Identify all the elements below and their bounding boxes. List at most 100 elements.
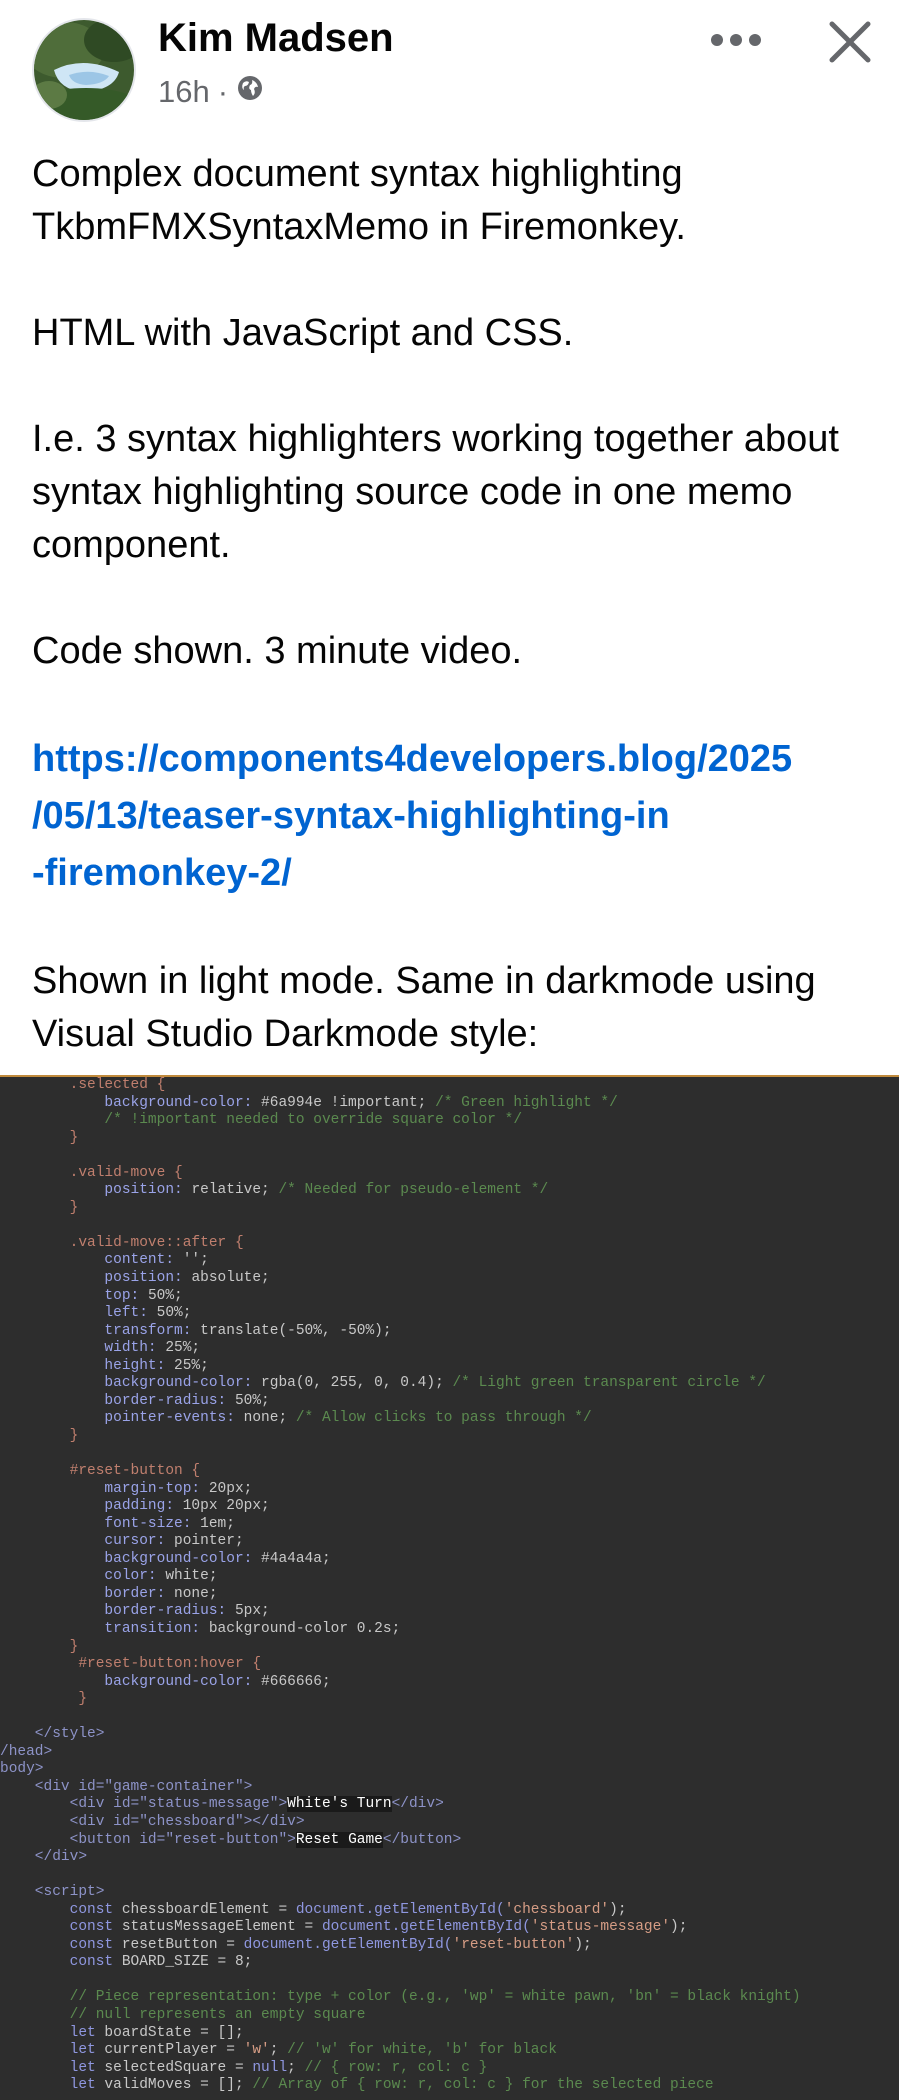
- code-line: color: white;: [0, 1568, 899, 1586]
- code-line: #reset-button:hover {: [0, 1656, 899, 1674]
- code-token: .valid-move::after {: [0, 1234, 244, 1251]
- code-line: }: [0, 1130, 899, 1148]
- code-line: background-color: #666666;: [0, 1674, 899, 1692]
- code-token: /* Light green transparent circle */: [452, 1375, 766, 1392]
- code-line: .selected {: [0, 1077, 899, 1095]
- post-paragraph: Complex document syntax highlighting Tkb…: [32, 153, 686, 248]
- code-token: chessboardElement =: [121, 1901, 296, 1918]
- code-token: );: [609, 1901, 627, 1918]
- code-token: .valid-move {: [0, 1164, 183, 1181]
- code-line: <div id="game-container">: [0, 1779, 899, 1797]
- code-line: }: [0, 1200, 899, 1218]
- code-line: width: 25%;: [0, 1340, 899, 1358]
- code-line: body>: [0, 1761, 899, 1779]
- code-token: document.getElementById(: [295, 1901, 505, 1918]
- code-token: 1em;: [200, 1515, 235, 1532]
- code-line: background-color: #6a994e !important; /*…: [0, 1095, 899, 1113]
- code-token: '';: [182, 1252, 209, 1269]
- code-token: let: [0, 2059, 105, 2076]
- code-token: translate(-50%, -50%);: [200, 1322, 392, 1339]
- code-token: }: [0, 1199, 79, 1216]
- author-name[interactable]: Kim Madsen: [158, 16, 394, 61]
- code-line: top: 50%;: [0, 1288, 899, 1306]
- code-token: 50%;: [234, 1392, 270, 1409]
- code-line: padding: 10px 20px;: [0, 1498, 899, 1516]
- code-token: /* Allow clicks to pass through */: [295, 1410, 592, 1427]
- code-token: <script>: [0, 1884, 105, 1901]
- code-line: /head>: [0, 1744, 899, 1762]
- link-line[interactable]: /05/13/teaser-syntax-highlighting-in: [32, 788, 872, 845]
- code-screenshot[interactable]: .selected { background-color: #6a994e !i…: [0, 1075, 899, 2100]
- code-token: padding:: [0, 1498, 183, 1515]
- code-token: 50%;: [147, 1287, 183, 1304]
- code-line: const resetButton = document.getElementB…: [0, 1937, 899, 1955]
- link-line[interactable]: https://components4developers.blog/2025: [32, 731, 872, 788]
- code-line: // Piece representation: type + color (e…: [0, 1989, 899, 2007]
- code-token: content:: [0, 1252, 183, 1269]
- meta-separator: ·: [217, 74, 229, 109]
- code-line: transition: background-color 0.2s;: [0, 1621, 899, 1639]
- code-token: selectedSquare =: [104, 2059, 253, 2076]
- code-line: position: relative; /* Needed for pseudo…: [0, 1182, 899, 1200]
- code-token: ;: [287, 2059, 305, 2076]
- code-token: <div id="game-container">: [0, 1778, 253, 1795]
- code-token: }: [0, 1427, 79, 1444]
- code-token: resetButton =: [121, 1936, 244, 1953]
- code-token: none;: [243, 1410, 296, 1427]
- avatar-photo: [34, 20, 134, 120]
- code-line: }: [0, 1691, 899, 1709]
- code-token: 5px;: [234, 1603, 270, 1620]
- code-token: statusMessageElement =: [121, 1919, 322, 1936]
- code-token: </div>: [391, 1796, 444, 1813]
- code-token: <div id="chessboard"></div>: [0, 1813, 305, 1830]
- code-line: transform: translate(-50%, -50%);: [0, 1323, 899, 1341]
- code-token: 50%;: [156, 1305, 192, 1322]
- code-token: pointer;: [174, 1533, 244, 1550]
- code-token: top:: [0, 1287, 148, 1304]
- code-token: );: [670, 1919, 688, 1936]
- code-token: width:: [0, 1340, 166, 1357]
- code-token: background-color:: [0, 1550, 262, 1567]
- code-token: background-color:: [0, 1375, 262, 1392]
- code-line: <div id="status-message">White's Turn</d…: [0, 1796, 899, 1814]
- code-line: let currentPlayer = 'w'; // 'w' for whit…: [0, 2042, 899, 2060]
- code-token: let: [0, 2024, 105, 2041]
- post-body: Complex document syntax highlighting Tkb…: [32, 148, 872, 1061]
- code-line: <script>: [0, 1884, 899, 1902]
- link-line[interactable]: -firemonkey-2/: [32, 845, 872, 902]
- close-button[interactable]: [822, 14, 878, 70]
- code-token: margin-top:: [0, 1480, 209, 1497]
- code-token: </style>: [0, 1726, 105, 1743]
- code-line: .valid-move {: [0, 1165, 899, 1183]
- close-icon: [829, 21, 871, 63]
- code-token: height:: [0, 1357, 175, 1374]
- blog-link[interactable]: https://components4developers.blog/2025 …: [32, 731, 872, 902]
- code-token: boardState = [];: [104, 2024, 244, 2041]
- code-line: border: none;: [0, 1586, 899, 1604]
- code-token: }: [0, 1638, 79, 1655]
- avatar[interactable]: [32, 18, 136, 122]
- code-token: none;: [174, 1585, 218, 1602]
- code-line: let selectedSquare = null; // { row: r, …: [0, 2060, 899, 2078]
- code-token: );: [574, 1936, 592, 1953]
- code-token: ;: [269, 2042, 288, 2059]
- code-line: content: '';: [0, 1252, 899, 1270]
- code-line: font-size: 1em;: [0, 1516, 899, 1534]
- code-token: background-color:: [0, 1094, 262, 1111]
- code-token: // { row: r, col: c }: [304, 2059, 488, 2076]
- code-token: 'reset-button': [452, 1936, 575, 1953]
- code-token: let: [0, 2042, 105, 2059]
- code-token: document.getElementById(: [243, 1936, 453, 1953]
- code-token: #reset-button:hover {: [0, 1656, 262, 1673]
- post-time[interactable]: 16h: [158, 74, 210, 110]
- code-line: pointer-events: none; /* Allow clicks to…: [0, 1410, 899, 1428]
- code-token: Reset Game: [295, 1831, 383, 1848]
- code-token: let: [0, 2077, 105, 2094]
- code-token: position:: [0, 1182, 192, 1199]
- code-token: // 'w' for white, 'b' for black: [287, 2042, 557, 2059]
- code-token: cursor:: [0, 1533, 175, 1550]
- more-options-button[interactable]: [706, 22, 766, 58]
